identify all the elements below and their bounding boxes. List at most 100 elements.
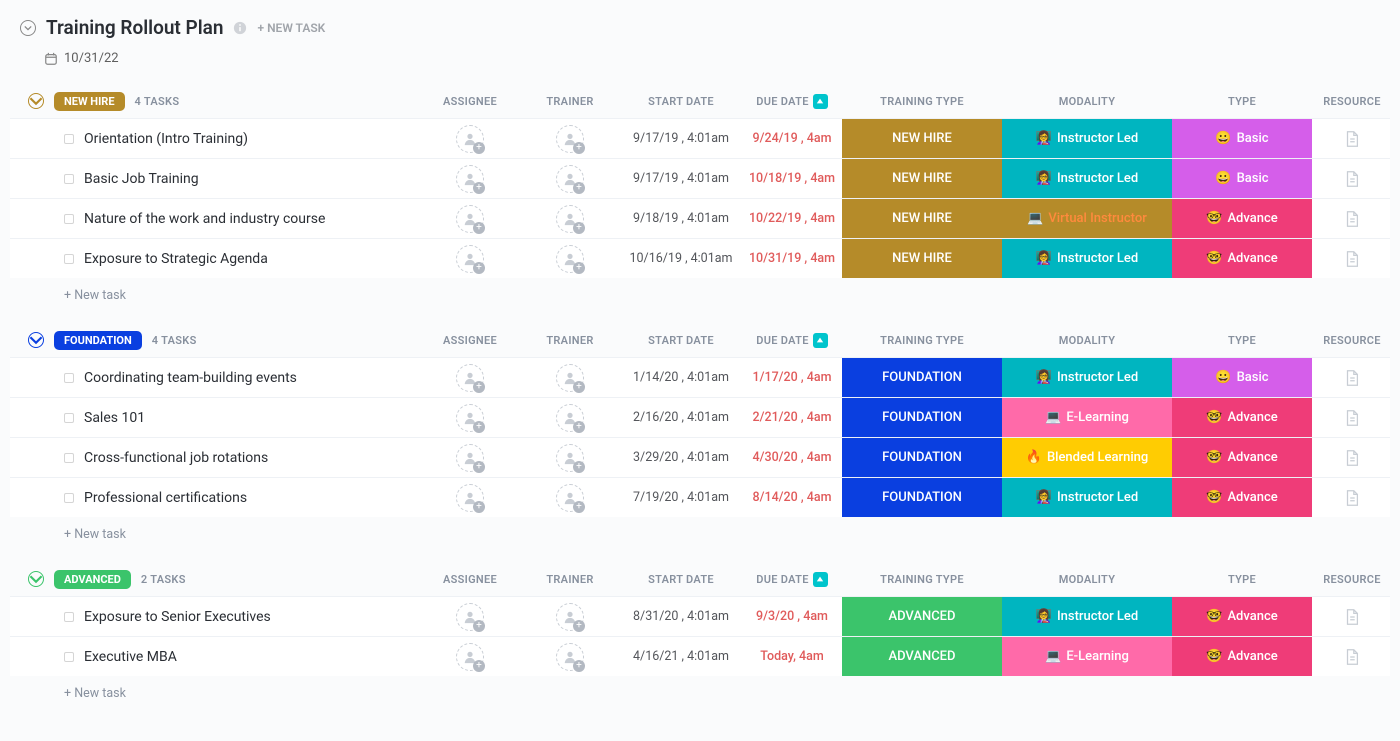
trainer-avatar[interactable]: + <box>556 484 584 512</box>
start-date[interactable]: 2/16/20 , 4:01am <box>620 398 742 437</box>
modality-tag[interactable]: 👩‍🏫Instructor Led <box>1002 597 1172 636</box>
due-date[interactable]: 9/24/19 , 4am <box>742 119 842 158</box>
type-tag[interactable]: 😀Basic <box>1172 159 1312 198</box>
type-tag[interactable]: 🤓Advance <box>1172 438 1312 477</box>
start-date[interactable]: 10/16/19 , 4:01am <box>620 239 742 278</box>
status-checkbox[interactable] <box>64 612 74 622</box>
trainer-avatar[interactable]: + <box>556 125 584 153</box>
group-collapse-icon[interactable] <box>28 571 44 587</box>
col-trainer[interactable]: TRAINER <box>520 95 620 108</box>
training-type-tag[interactable]: NEW HIRE <box>842 119 1002 158</box>
table-row[interactable]: Sales 101++2/16/20 , 4:01am2/21/20 , 4am… <box>10 397 1390 437</box>
status-checkbox[interactable] <box>64 493 74 503</box>
due-date[interactable]: 2/21/20 , 4am <box>742 398 842 437</box>
status-checkbox[interactable] <box>64 413 74 423</box>
status-checkbox[interactable] <box>64 174 74 184</box>
due-date[interactable]: 1/17/20 , 4am <box>742 358 842 397</box>
table-row[interactable]: Cross-functional job rotations++3/29/20 … <box>10 437 1390 477</box>
status-checkbox[interactable] <box>64 652 74 662</box>
status-checkbox[interactable] <box>64 254 74 264</box>
assignee-avatar[interactable]: + <box>456 643 484 671</box>
assignee-avatar[interactable]: + <box>456 364 484 392</box>
start-date[interactable]: 9/18/19 , 4:01am <box>620 199 742 238</box>
trainer-avatar[interactable]: + <box>556 603 584 631</box>
trainer-avatar[interactable]: + <box>556 205 584 233</box>
col-resource[interactable]: RESOURCE <box>1312 95 1392 108</box>
group-collapse-icon[interactable] <box>28 93 44 109</box>
info-icon[interactable] <box>233 21 247 35</box>
col-modality[interactable]: MODALITY <box>1002 95 1172 108</box>
col-start-date[interactable]: START DATE <box>620 573 742 586</box>
col-trainer[interactable]: TRAINER <box>520 334 620 347</box>
col-type[interactable]: TYPE <box>1172 95 1312 108</box>
training-type-tag[interactable]: FOUNDATION <box>842 438 1002 477</box>
table-row[interactable]: Executive MBA++4/16/21 , 4:01amToday, 4a… <box>10 636 1390 676</box>
new-task-button[interactable]: + New task <box>10 676 1390 707</box>
modality-tag[interactable]: 💻E-Learning <box>1002 637 1172 676</box>
training-type-tag[interactable]: NEW HIRE <box>842 159 1002 198</box>
resource-cell[interactable] <box>1312 239 1392 278</box>
type-tag[interactable]: 🤓Advance <box>1172 239 1312 278</box>
col-resource[interactable]: RESOURCE <box>1312 573 1392 586</box>
col-training-type[interactable]: TRAINING TYPE <box>842 573 1002 586</box>
training-type-tag[interactable]: ADVANCED <box>842 637 1002 676</box>
trainer-avatar[interactable]: + <box>556 404 584 432</box>
type-tag[interactable]: 🤓Advance <box>1172 597 1312 636</box>
modality-tag[interactable]: 🔥Blended Learning <box>1002 438 1172 477</box>
start-date[interactable]: 4/16/21 , 4:01am <box>620 637 742 676</box>
training-type-tag[interactable]: ADVANCED <box>842 597 1002 636</box>
new-task-button[interactable]: + New task <box>10 278 1390 309</box>
col-due-date[interactable]: DUE DATE <box>742 333 842 348</box>
type-tag[interactable]: 🤓Advance <box>1172 637 1312 676</box>
new-task-button[interactable]: + New task <box>10 517 1390 548</box>
col-resource[interactable]: RESOURCE <box>1312 334 1392 347</box>
col-type[interactable]: TYPE <box>1172 334 1312 347</box>
resource-cell[interactable] <box>1312 159 1392 198</box>
sort-asc-icon[interactable] <box>813 94 828 109</box>
modality-tag[interactable]: 👩‍🏫Instructor Led <box>1002 358 1172 397</box>
type-tag[interactable]: 🤓Advance <box>1172 199 1312 238</box>
modality-tag[interactable]: 💻E-Learning <box>1002 398 1172 437</box>
assignee-avatar[interactable]: + <box>456 125 484 153</box>
type-tag[interactable]: 🤓Advance <box>1172 478 1312 517</box>
col-due-date[interactable]: DUE DATE <box>742 94 842 109</box>
resource-cell[interactable] <box>1312 478 1392 517</box>
status-checkbox[interactable] <box>64 373 74 383</box>
start-date[interactable]: 8/31/20 , 4:01am <box>620 597 742 636</box>
type-tag[interactable]: 🤓Advance <box>1172 398 1312 437</box>
start-date[interactable]: 3/29/20 , 4:01am <box>620 438 742 477</box>
sort-asc-icon[interactable] <box>813 333 828 348</box>
training-type-tag[interactable]: FOUNDATION <box>842 478 1002 517</box>
modality-tag[interactable]: 💻Virtual Instructor <box>1002 199 1172 238</box>
table-row[interactable]: Basic Job Training++9/17/19 , 4:01am10/1… <box>10 158 1390 198</box>
resource-cell[interactable] <box>1312 398 1392 437</box>
table-row[interactable]: Exposure to Senior Executives++8/31/20 ,… <box>10 596 1390 636</box>
start-date[interactable]: 9/17/19 , 4:01am <box>620 159 742 198</box>
due-date[interactable]: 4/30/20 , 4am <box>742 438 842 477</box>
training-type-tag[interactable]: FOUNDATION <box>842 398 1002 437</box>
assignee-avatar[interactable]: + <box>456 205 484 233</box>
resource-cell[interactable] <box>1312 199 1392 238</box>
modality-tag[interactable]: 👩‍🏫Instructor Led <box>1002 119 1172 158</box>
start-date[interactable]: 9/17/19 , 4:01am <box>620 119 742 158</box>
col-training-type[interactable]: TRAINING TYPE <box>842 334 1002 347</box>
trainer-avatar[interactable]: + <box>556 643 584 671</box>
col-assignee[interactable]: ASSIGNEE <box>420 573 520 586</box>
resource-cell[interactable] <box>1312 358 1392 397</box>
group-collapse-icon[interactable] <box>28 332 44 348</box>
table-row[interactable]: Nature of the work and industry course++… <box>10 198 1390 238</box>
resource-cell[interactable] <box>1312 597 1392 636</box>
col-modality[interactable]: MODALITY <box>1002 334 1172 347</box>
trainer-avatar[interactable]: + <box>556 245 584 273</box>
resource-cell[interactable] <box>1312 119 1392 158</box>
due-date[interactable]: 10/22/19 , 4am <box>742 199 842 238</box>
col-type[interactable]: TYPE <box>1172 573 1312 586</box>
group-pill[interactable]: ADVANCED <box>54 570 131 589</box>
status-checkbox[interactable] <box>64 453 74 463</box>
trainer-avatar[interactable]: + <box>556 444 584 472</box>
col-due-date[interactable]: DUE DATE <box>742 572 842 587</box>
type-tag[interactable]: 😀Basic <box>1172 358 1312 397</box>
due-date[interactable]: 8/14/20 , 4am <box>742 478 842 517</box>
assignee-avatar[interactable]: + <box>456 165 484 193</box>
assignee-avatar[interactable]: + <box>456 404 484 432</box>
